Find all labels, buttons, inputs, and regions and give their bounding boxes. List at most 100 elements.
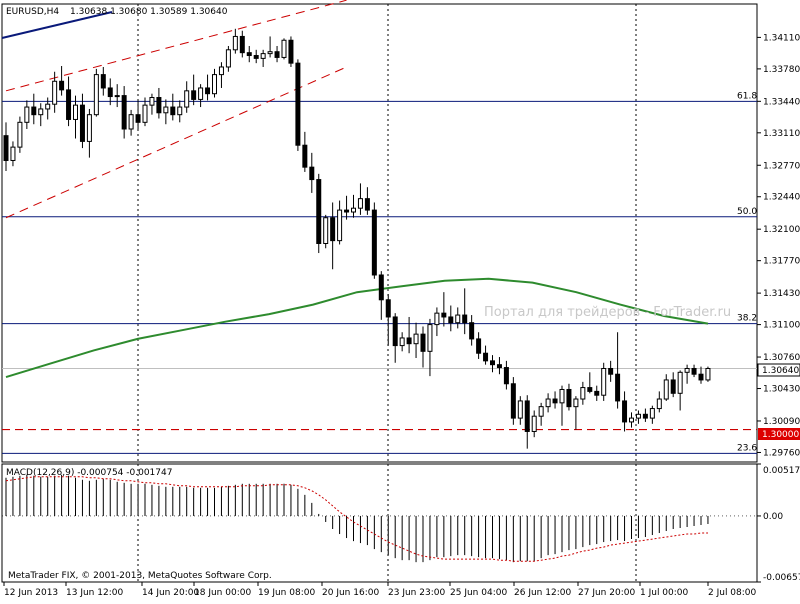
candle-body: [191, 90, 197, 100]
price-axis-label: 1.30430: [763, 385, 800, 395]
candle-body: [524, 400, 530, 432]
copyright-label: MetaTrader FIX, © 2001-2013, MetaQuotes …: [8, 571, 272, 581]
candle-body: [73, 104, 78, 120]
time-axis-label: 12 Jun 2013: [4, 588, 58, 598]
candle-body: [385, 299, 391, 318]
time-axis-label: 13 Jun 12:00: [66, 588, 123, 598]
fibonacci-level-label: 38.2: [737, 314, 757, 324]
candle-body: [100, 74, 106, 89]
time-axis-label: 1 Jul 00:00: [640, 588, 689, 598]
candle-body: [79, 104, 85, 142]
candle-body: [351, 207, 356, 213]
candle-body: [45, 103, 51, 110]
price-axis-label: 1.32770: [763, 161, 800, 171]
time-axis-label: 25 Jun 04:00: [450, 588, 507, 598]
candle-body: [635, 413, 641, 419]
candle-body: [413, 333, 419, 345]
price-axis-label: 1.34110: [763, 33, 800, 43]
candle-body: [38, 108, 44, 116]
trading-chart-window[interactable]: 61.8 50.0 38.2 23.6 1.34110 1.33780 1.33440 1.…: [0, 0, 800, 600]
candle-body: [462, 314, 468, 324]
candle-body: [93, 74, 99, 116]
candle-body: [629, 417, 634, 423]
price-axis-label: 1.33780: [763, 65, 800, 75]
candle-body: [52, 80, 58, 105]
candle-body: [698, 373, 704, 381]
candle-body: [545, 398, 551, 408]
candle-body: [357, 198, 363, 209]
candle-body: [281, 39, 287, 58]
fibonacci-level-label: 50.0: [737, 207, 757, 217]
candle-body: [538, 406, 544, 417]
price-axis-label: 1.33110: [763, 129, 800, 139]
price-axis-label: 1.32440: [763, 193, 800, 203]
ohlc-values-label: 1.30638 1.30680 1.30589 1.30640: [70, 7, 228, 17]
candle-body: [399, 337, 405, 347]
candle-body: [663, 379, 669, 400]
candle-body: [184, 90, 190, 108]
candle-body: [66, 89, 72, 120]
candle-body: [17, 121, 23, 148]
candle-body: [24, 106, 30, 123]
candle-body: [31, 106, 37, 116]
price-axis-label: 1.31770: [763, 257, 800, 267]
macd-axis-label: 0.005171: [763, 466, 800, 476]
chart-background: [0, 0, 800, 600]
macd-title-label: MACD(12,26,9) -0.000754 -0.001747: [6, 468, 172, 478]
price-axis-label: 1.33440: [763, 97, 800, 107]
chart-canvas[interactable]: 61.8 50.0 38.2 23.6 1.34110 1.33780 1.33440 1.…: [0, 0, 800, 600]
candle-body: [642, 413, 648, 419]
candle-body: [684, 367, 690, 373]
candle-body: [198, 87, 204, 100]
candle-body: [615, 373, 621, 402]
candle-body: [503, 367, 509, 385]
fibonacci-level-label: 23.6: [737, 443, 757, 453]
watermark-text: Портал для трейдеров - ForTrader.ru: [484, 305, 731, 320]
candle-body: [212, 74, 217, 95]
candle-body: [378, 274, 384, 301]
candle-body: [573, 398, 579, 408]
time-axis-label: 23 Jun 23:00: [388, 588, 445, 598]
candle-body: [392, 316, 398, 347]
candle-body: [587, 387, 593, 392]
candle-body: [691, 367, 697, 375]
candle-body: [448, 316, 454, 324]
candle-body: [246, 52, 252, 57]
price-axis-label: 1.29760: [763, 448, 800, 458]
current-price-value: 1.30640: [762, 366, 799, 376]
candle-body: [670, 379, 676, 394]
symbol-timeframe-label: EURUSD,H4: [6, 7, 59, 17]
support-level-value: 1.30000: [762, 430, 799, 440]
time-axis-label: 2 Jul 08:00: [708, 588, 757, 598]
candle-body: [371, 209, 377, 276]
candle-body: [420, 333, 426, 352]
candle-body: [288, 39, 294, 64]
candle-body: [559, 388, 565, 404]
candle-body: [205, 87, 211, 95]
candle-body: [86, 114, 92, 142]
candle-body: [608, 367, 614, 375]
candle-body: [142, 104, 148, 123]
candle-body: [427, 324, 433, 352]
candle-body: [441, 312, 447, 318]
candle-body: [3, 135, 9, 161]
price-axis-label: 1.30090: [763, 417, 800, 427]
candle-body: [580, 387, 586, 400]
candle-body: [156, 97, 162, 114]
candle-body: [469, 322, 475, 340]
fibonacci-level-label: 61.8: [737, 91, 757, 101]
candle-body: [302, 144, 308, 168]
time-axis-label: 27 Jun 20:00: [578, 588, 635, 598]
candle-body: [177, 106, 183, 116]
candle-body: [434, 312, 440, 326]
candle-body: [455, 314, 461, 324]
candle-body: [566, 388, 572, 408]
candle-body: [344, 209, 350, 213]
candle-body: [10, 146, 16, 161]
candle-body: [406, 337, 412, 345]
macd-axis-label: 0.00: [763, 512, 783, 522]
candle-body: [552, 398, 558, 404]
candle-body: [490, 360, 495, 366]
candle-body: [149, 97, 155, 106]
time-axis-label: 26 Jun 12:00: [514, 588, 571, 598]
